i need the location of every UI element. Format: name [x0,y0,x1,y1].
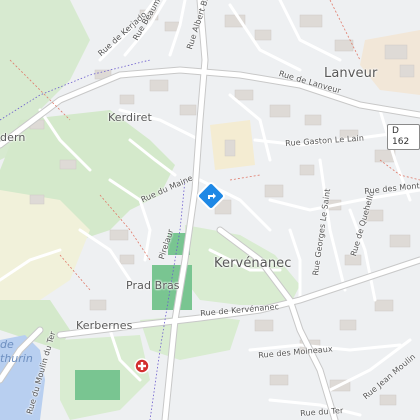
place-label-kervenanec: Kervénanec [214,256,292,271]
place-label-kerbernes: Kerbernes [76,319,133,332]
map-base [0,0,420,420]
road-shield-d162: D 162 [387,124,420,150]
place-label-kerdiret: Kerdiret [108,111,152,124]
place-label-prad-bras: Prad Bras [126,279,180,292]
water-label-thurin: thurin [0,352,33,365]
place-label-lanveur: Lanveur [324,66,378,81]
place-label-dern: dern [0,131,26,144]
hospital-marker [134,358,150,374]
water-label-de: de [0,338,14,351]
map-canvas[interactable]: Lanveur Kervénanec Kerdiret Prad Bras Ke… [0,0,420,420]
sports-pitch-south [75,370,120,400]
